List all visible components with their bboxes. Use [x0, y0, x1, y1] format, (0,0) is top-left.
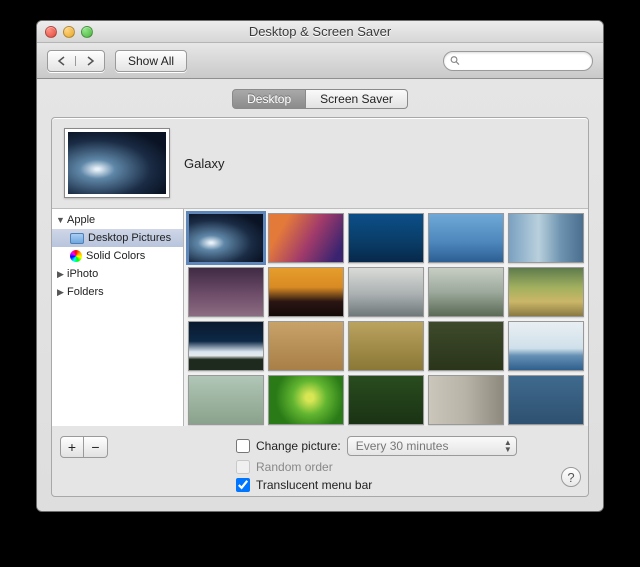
tree-label: iPhoto	[67, 268, 98, 280]
grid-inner	[188, 213, 584, 425]
forward-button[interactable]	[76, 56, 104, 66]
wallpaper-thumb[interactable]	[428, 213, 504, 263]
wallpaper-thumb[interactable]	[268, 267, 344, 317]
search-field[interactable]	[443, 51, 593, 71]
wallpaper-thumb[interactable]	[188, 267, 264, 317]
search-input[interactable]	[464, 55, 586, 67]
wallpaper-thumb[interactable]	[268, 321, 344, 371]
wallpaper-thumb[interactable]	[508, 321, 584, 371]
change-picture-row: Change picture: Every 30 minutes ▲▼	[236, 436, 517, 456]
interval-popup[interactable]: Every 30 minutes ▲▼	[347, 436, 517, 456]
wallpaper-thumb[interactable]	[428, 267, 504, 317]
wallpaper-thumb[interactable]	[348, 321, 424, 371]
wallpaper-thumb[interactable]	[348, 267, 424, 317]
wallpaper-thumb[interactable]	[428, 321, 504, 371]
tree-label: Apple	[67, 214, 95, 226]
chevron-left-icon	[57, 56, 66, 66]
nav-segment	[47, 50, 105, 72]
split-view: ▼ Apple Desktop Pictures Solid Colors	[52, 208, 588, 426]
source-sidebar[interactable]: ▼ Apple Desktop Pictures Solid Colors	[52, 209, 184, 426]
random-order-label: Random order	[256, 460, 333, 474]
random-order-checkbox	[236, 460, 250, 474]
tree-label: Folders	[67, 286, 104, 298]
wallpaper-thumb[interactable]	[188, 213, 264, 263]
wallpaper-thumb[interactable]	[508, 213, 584, 263]
titlebar[interactable]: Desktop & Screen Saver	[37, 21, 603, 43]
thumbnail-grid[interactable]	[184, 209, 588, 426]
disclosure-triangle-icon[interactable]: ▶	[56, 269, 65, 280]
wallpaper-preview	[64, 128, 170, 198]
wallpaper-thumb[interactable]	[268, 375, 344, 425]
help-button[interactable]: ?	[561, 467, 581, 487]
bottom-bar: + − Change picture: Every 30 minutes ▲▼	[52, 426, 588, 496]
galaxy-preview-image	[68, 132, 166, 194]
wallpaper-thumb[interactable]	[428, 375, 504, 425]
remove-button[interactable]: −	[84, 436, 108, 458]
folder-icon	[70, 233, 84, 244]
wallpaper-thumb[interactable]	[268, 213, 344, 263]
translucent-row: Translucent menu bar	[236, 478, 517, 492]
tab-desktop[interactable]: Desktop	[232, 89, 306, 109]
tree-node-solid-colors[interactable]: Solid Colors	[52, 247, 183, 265]
updown-arrows-icon: ▲▼	[504, 439, 512, 453]
options-group: Change picture: Every 30 minutes ▲▼ Rand…	[236, 436, 517, 492]
tree-node-desktop-pictures[interactable]: Desktop Pictures	[52, 229, 183, 247]
tree-node-folders[interactable]: ▶ Folders	[52, 283, 183, 301]
wallpaper-name: Galaxy	[184, 156, 224, 171]
interval-value: Every 30 minutes	[356, 439, 449, 453]
tab-group: Desktop Screen Saver	[51, 89, 589, 109]
content-area: Desktop Screen Saver Galaxy ▼ Apple	[37, 79, 603, 511]
random-row: Random order	[236, 460, 517, 474]
wallpaper-thumb[interactable]	[508, 375, 584, 425]
back-button[interactable]	[48, 56, 76, 66]
help-icon: ?	[567, 470, 574, 485]
source-tree: ▼ Apple Desktop Pictures Solid Colors	[52, 209, 183, 303]
tab-screensaver[interactable]: Screen Saver	[306, 89, 408, 109]
preview-row: Galaxy	[52, 118, 588, 208]
add-button[interactable]: +	[60, 436, 84, 458]
tree-label: Desktop Pictures	[88, 232, 171, 244]
color-wheel-icon	[70, 250, 82, 262]
translucent-menubar-label: Translucent menu bar	[256, 478, 372, 492]
tree-node-apple[interactable]: ▼ Apple	[52, 211, 183, 229]
change-picture-label: Change picture:	[256, 439, 341, 453]
chevron-right-icon	[86, 56, 95, 66]
wallpaper-thumb[interactable]	[348, 213, 424, 263]
main-panel: Galaxy ▼ Apple Desktop Pictures	[51, 117, 589, 497]
wallpaper-thumb[interactable]	[188, 375, 264, 425]
disclosure-triangle-icon[interactable]: ▶	[56, 287, 65, 298]
search-icon	[450, 55, 460, 66]
disclosure-triangle-icon[interactable]: ▼	[56, 215, 65, 225]
wallpaper-thumb[interactable]	[508, 267, 584, 317]
toolbar: Show All	[37, 43, 603, 79]
wallpaper-thumb[interactable]	[348, 375, 424, 425]
window-title: Desktop & Screen Saver	[37, 24, 603, 39]
tree-node-iphoto[interactable]: ▶ iPhoto	[52, 265, 183, 283]
show-all-button[interactable]: Show All	[115, 50, 187, 72]
change-picture-checkbox[interactable]	[236, 439, 250, 453]
translucent-menubar-checkbox[interactable]	[236, 478, 250, 492]
tree-label: Solid Colors	[86, 250, 145, 262]
add-remove-segment: + −	[60, 436, 108, 492]
wallpaper-thumb[interactable]	[188, 321, 264, 371]
preferences-window: Desktop & Screen Saver Show All Desktop …	[36, 20, 604, 512]
